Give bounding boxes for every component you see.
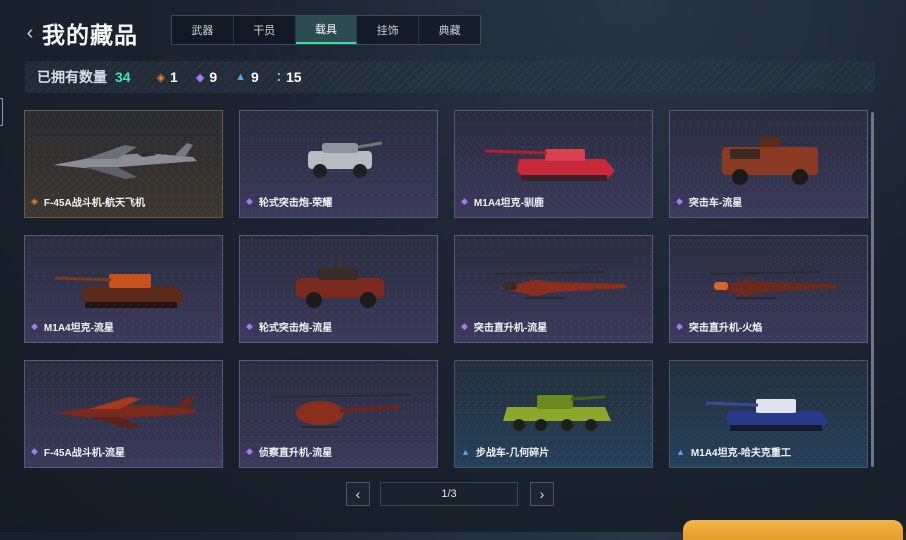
tab-operators[interactable]: 干员 [234,16,296,44]
card-label: ▲ 步战车-几何碎片 [461,446,550,460]
chevron-left-icon: ‹ [355,486,361,502]
tank-image [705,399,828,431]
fighter-jet-image [53,143,197,179]
purple-diamond-icon: ◆ [676,196,683,206]
tab-vehicles[interactable]: 载具 [295,16,358,44]
wheeled-assault-gun-image [296,258,384,308]
vehicle-card[interactable]: ◈ F-45A战斗机-航天飞机 [24,110,223,218]
purple-diamond-icon: ◆ [31,321,38,331]
page-title: 我的藏品 [42,22,138,48]
tab-weapons[interactable]: 武器 [172,16,234,44]
assault-vehicle-image [722,137,818,185]
back-button[interactable]: ‹ [22,22,38,44]
vehicle-card[interactable]: ◆ 轮式突击炮-荣耀 [239,110,438,218]
owned-label: 已拥有数量 [37,69,107,85]
card-label: ◆ 突击车-流星 [676,196,743,209]
purple-diamond-icon: ◆ [676,321,683,331]
card-label: ▲ M1A4坦克-哈夫克重工 [676,446,791,460]
card-label: ◆ F-45A战斗机-流星 [31,446,126,459]
vehicle-card[interactable]: ◆ F-45A战斗机-流星 [24,360,223,468]
blue-triangle-icon: ▲ [461,446,470,457]
card-label: ◆ M1A4坦克-驯鹿 [461,196,544,209]
scout-helicopter-image [269,394,411,428]
card-label: ◆ 突击直升机-流星 [461,321,548,334]
purple-diamond-icon: ◆ [246,321,253,331]
vehicle-card[interactable]: ◆ 突击直升机-火焰 [669,235,868,343]
tank-image [54,274,185,308]
card-label: ◈ F-45A战斗机-航天飞机 [31,196,146,209]
infantry-fighting-vehicle-image [503,395,611,431]
vehicle-card[interactable]: ◆ M1A4坦克-流星 [24,235,223,343]
chevron-right-icon: › [539,486,545,502]
attack-helicopter-image [709,271,838,299]
category-tabs: 武器 干员 载具 挂饰 典藏 [171,15,481,45]
card-label: ◆ 轮式突击炮-荣耀 [246,196,333,209]
purple-diamond-icon: ◆ [31,446,38,456]
purple-diamond-icon: ◆ [461,196,468,206]
vehicle-card[interactable]: ◆ 轮式突击炮-流星 [239,235,438,343]
vehicle-card[interactable]: ▲ M1A4坦克-哈夫克重工 [669,360,868,468]
purple-diamond-icon: ◆ [461,321,468,331]
card-label: ◆ 轮式突击炮-流星 [246,321,333,334]
scrollbar[interactable] [871,112,874,467]
purple-diamond-icon: ◆ [246,196,253,206]
rarity-count-gold: ◈ 1 [156,69,178,85]
blue-triangle-icon: ▲ [235,71,246,83]
owned-count: 34 [115,69,131,85]
prev-page-button[interactable]: ‹ [346,482,370,506]
purple-diamond-icon: ◆ [195,71,205,84]
tab-charms[interactable]: 挂饰 [357,16,420,44]
vehicle-card[interactable]: ◆ M1A4坦克-驯鹿 [454,110,653,218]
purple-diamond-icon: ◆ [246,446,253,456]
card-label: ◆ 突击直升机-火焰 [676,321,763,334]
stats-bar: 已拥有数量 34 ◈ 1 ◆ 9 ▲ 9 ⁚ 15 [25,61,875,93]
tank-image [484,149,615,181]
attack-helicopter-image [494,271,627,299]
wheeled-assault-gun-image [308,141,383,178]
orange-diamond-icon: ◈ [156,71,166,84]
rarity-count-blue: ▲ 9 [235,69,259,85]
vehicle-card[interactable]: ▲ 步战车-几何碎片 [454,360,653,468]
vehicle-card[interactable]: ◆ 侦察直升机-流星 [239,360,438,468]
next-page-button[interactable]: › [530,482,554,506]
side-handle[interactable] [0,98,3,126]
orange-diamond-icon: ◈ [31,196,38,206]
rarity-count-purple: ◆ 9 [195,69,218,85]
card-label: ◆ 侦察直升机-流星 [246,446,333,459]
vehicle-card[interactable]: ◆ 突击直升机-流星 [454,235,653,343]
card-label: ◆ M1A4坦克-流星 [31,321,114,334]
blue-triangle-icon: ▲ [676,446,685,457]
chevron-left-icon: ‹ [26,21,34,44]
confirm-button[interactable] [683,520,903,540]
page-indicator: 1/3 [380,482,518,506]
rarity-count-teal: ⁚ 15 [276,69,302,85]
vehicle-card[interactable]: ◆ 突击车-流星 [669,110,868,218]
teal-dots-icon: ⁚ [276,71,281,84]
tab-collection[interactable]: 典藏 [419,16,480,44]
fighter-jet-image [55,395,197,429]
